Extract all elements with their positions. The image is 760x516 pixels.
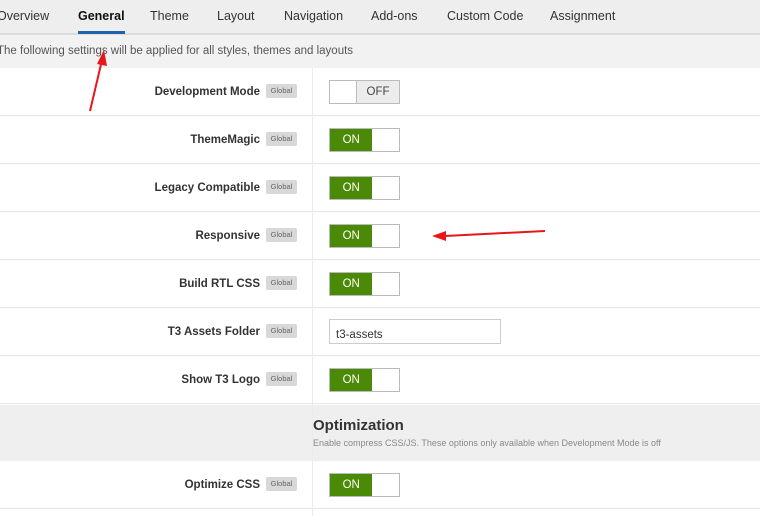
toggle-off-label: OFF [357, 81, 399, 103]
toggle-switch[interactable]: ON [329, 224, 400, 248]
setting-row: Development Mode Global OFF [0, 68, 760, 116]
tab-overview[interactable]: Overview [0, 9, 49, 23]
toggle-switch[interactable]: ON [329, 473, 400, 497]
setting-label: ThemeMagic [190, 134, 260, 146]
global-badge: Global [266, 372, 297, 386]
assets-folder-input[interactable] [329, 319, 501, 344]
global-badge: Global [266, 276, 297, 290]
global-badge: Global [266, 84, 297, 98]
section-description: Enable compress CSS/JS. These options on… [313, 438, 661, 448]
toggle-on-label: ON [330, 129, 373, 151]
setting-label: Show T3 Logo [181, 374, 260, 386]
setting-row: ThemeMagic Global ON [0, 116, 760, 164]
setting-row: Build RTL CSS Global ON [0, 260, 760, 308]
tab-navigation[interactable]: Navigation [284, 9, 343, 23]
toggle-on-label: ON [330, 225, 373, 247]
tab-assignment[interactable]: Assignment [550, 9, 615, 23]
setting-label: Legacy Compatible [154, 182, 260, 194]
setting-label: Build RTL CSS [179, 278, 260, 290]
setting-row: Show T3 Logo Global ON [0, 356, 760, 404]
setting-row: Optimize CSS Global ON [0, 461, 760, 509]
column-divider [312, 68, 313, 516]
tab-layout[interactable]: Layout [217, 9, 255, 23]
section-title: Optimization [313, 417, 404, 434]
setting-row: Legacy Compatible Global ON [0, 164, 760, 212]
setting-label: Development Mode [154, 86, 260, 98]
setting-label: Optimize CSS [184, 479, 260, 491]
toggle-switch[interactable]: OFF [329, 80, 400, 104]
global-badge: Global [266, 324, 297, 338]
section-optimization: Optimization Enable compress CSS/JS. The… [0, 405, 760, 461]
setting-label: Responsive [195, 230, 260, 242]
tab-theme[interactable]: Theme [150, 9, 189, 23]
toggle-on-label: ON [330, 177, 373, 199]
toggle-switch[interactable]: ON [329, 176, 400, 200]
info-text: The following settings will be applied f… [0, 35, 760, 68]
toggle-switch[interactable]: ON [329, 128, 400, 152]
setting-label: T3 Assets Folder [167, 326, 260, 338]
setting-row: T3 Assets Folder Global [0, 308, 760, 356]
toggle-switch[interactable]: ON [329, 368, 400, 392]
global-badge: Global [266, 477, 297, 491]
tab-general[interactable]: General [78, 9, 125, 34]
tab-custom-code[interactable]: Custom Code [447, 9, 523, 23]
global-badge: Global [266, 180, 297, 194]
global-badge: Global [266, 132, 297, 146]
tab-bar: Overview General Theme Layout Navigation… [0, 0, 760, 35]
global-badge: Global [266, 228, 297, 242]
toggle-on-label: ON [330, 474, 373, 496]
toggle-on-label: ON [330, 273, 373, 295]
tab-add-ons[interactable]: Add-ons [371, 9, 418, 23]
setting-row: Responsive Global ON [0, 212, 760, 260]
toggle-on-label: ON [330, 369, 373, 391]
toggle-switch[interactable]: ON [329, 272, 400, 296]
